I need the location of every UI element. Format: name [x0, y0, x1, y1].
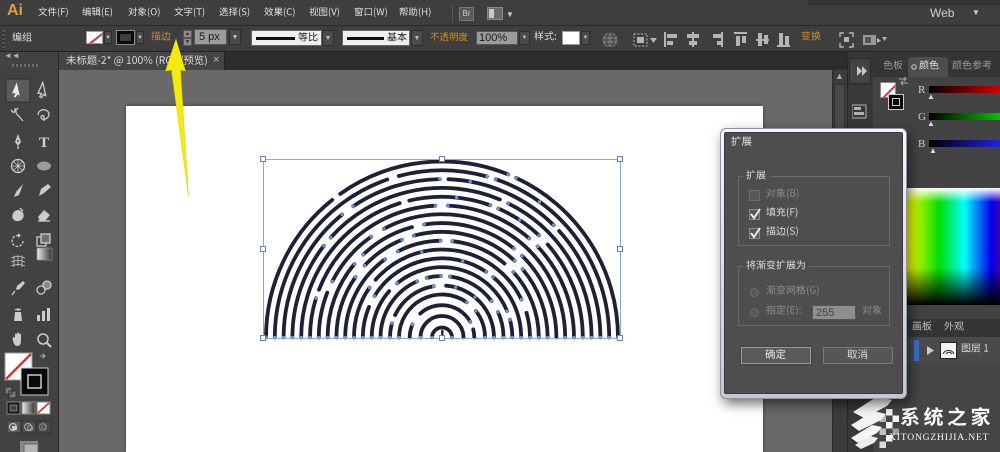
svg-text:T: T: [39, 135, 49, 151]
